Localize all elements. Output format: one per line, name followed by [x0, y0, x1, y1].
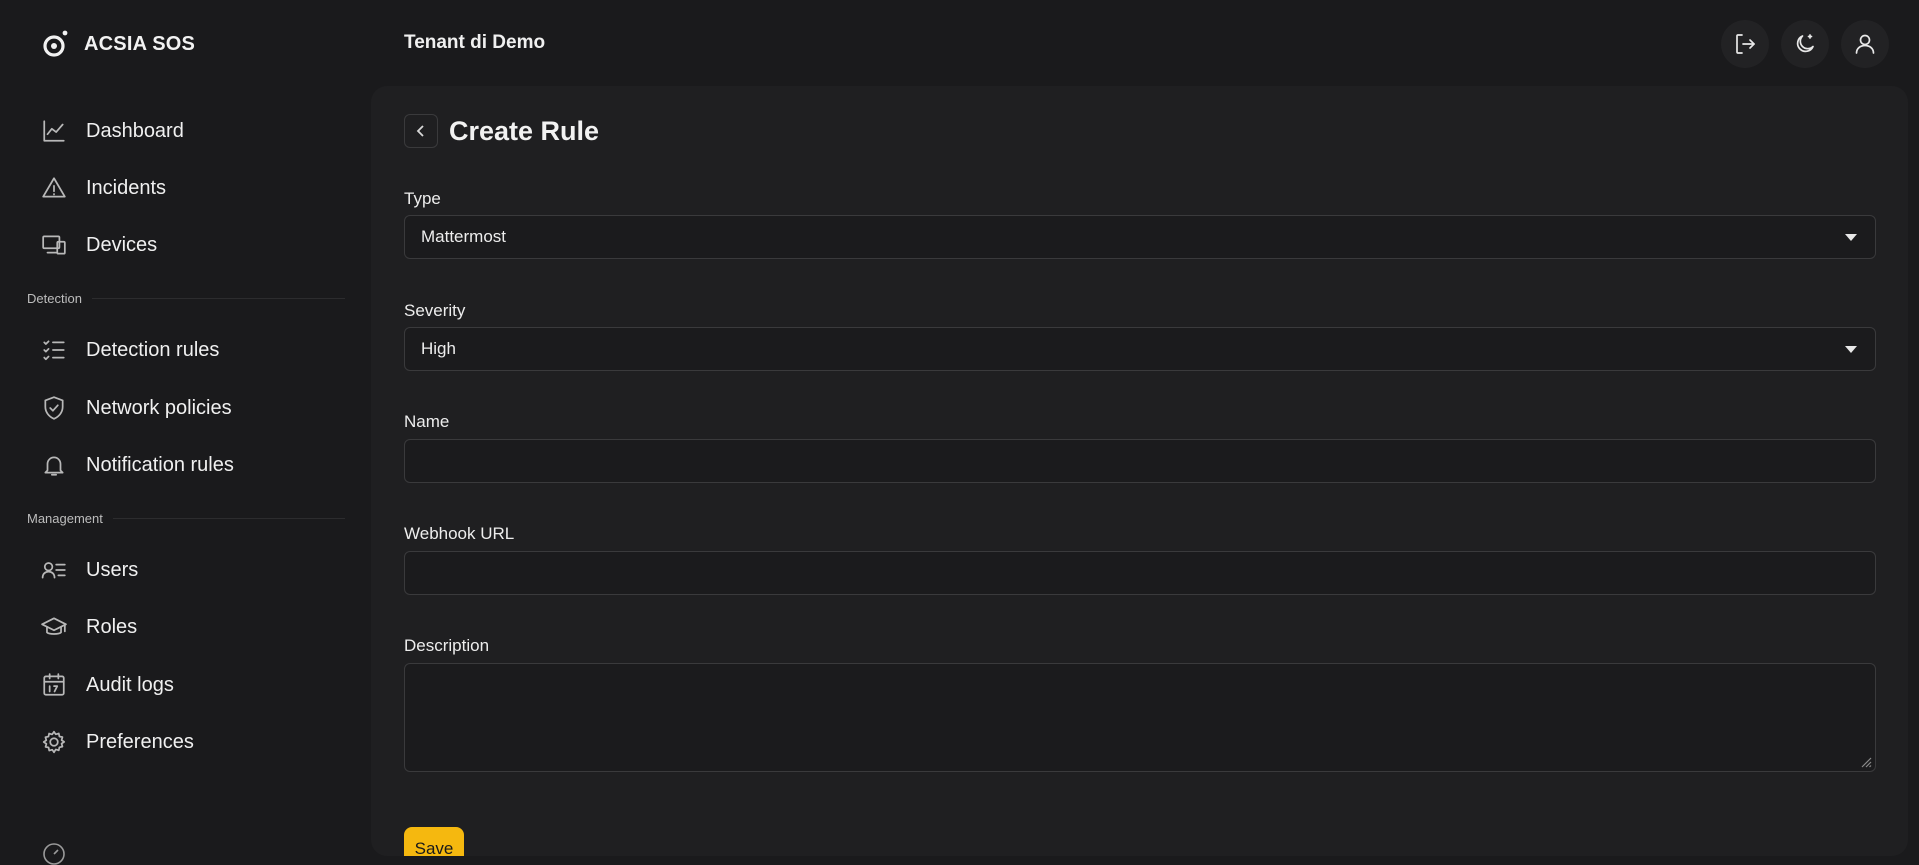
divider [91, 298, 345, 299]
name-label: Name [404, 412, 450, 431]
logout-icon [1736, 34, 1755, 54]
sidebar-item-label: Users [86, 558, 139, 581]
name-input[interactable] [404, 439, 1876, 483]
back-button[interactable] [404, 114, 438, 148]
section-label: Management [27, 511, 103, 526]
brand-name: ACSIA SOS [84, 32, 196, 55]
webhook-url-label: Webhook URL [404, 524, 515, 543]
sidebar: ACSIA SOS Dashboard Incidents Devices De… [0, 0, 370, 865]
sidebar-item-roles[interactable]: Roles [40, 607, 350, 647]
users-list-icon [40, 556, 68, 584]
sidebar-item-label: Notification rules [86, 453, 234, 476]
brand[interactable]: ACSIA SOS [40, 26, 195, 62]
section-management: Management [27, 511, 345, 526]
divider [112, 518, 345, 519]
sidebar-item-label: Roles [86, 615, 138, 638]
sidebar-item-label: Network policies [86, 396, 232, 419]
webhook-url-input[interactable] [404, 551, 1876, 595]
warning-triangle-icon [40, 174, 68, 202]
sidebar-item-label: Dashboard [86, 119, 184, 142]
gauge-icon[interactable] [42, 842, 66, 865]
caret-down-icon [1845, 346, 1857, 353]
caret-down-icon [1845, 234, 1857, 241]
sidebar-item-label: Preferences [86, 730, 194, 753]
description-textarea[interactable] [404, 663, 1876, 772]
severity-select[interactable]: High [404, 327, 1876, 371]
devices-icon [40, 231, 68, 259]
sidebar-item-preferences[interactable]: Preferences [40, 722, 350, 762]
sidebar-item-label: Devices [86, 233, 158, 256]
sidebar-item-incidents[interactable]: Incidents [40, 168, 350, 208]
user-icon [1855, 34, 1875, 54]
section-label: Detection [27, 291, 82, 306]
sidebar-item-detection-rules[interactable]: Detection rules [40, 330, 350, 370]
severity-select-value: High [421, 339, 456, 358]
tenant-name: Tenant di Demo [404, 32, 546, 53]
page-title: Create Rule [449, 116, 600, 146]
type-select-value: Mattermost [421, 227, 507, 246]
sidebar-item-audit-logs[interactable]: Audit logs [40, 665, 350, 705]
sidebar-item-label: Incidents [86, 176, 167, 199]
chevron-left-icon [416, 125, 424, 137]
resize-grip-icon[interactable] [1858, 754, 1872, 768]
bell-icon [40, 451, 68, 479]
graduation-cap-icon [40, 613, 68, 641]
checklist-icon [40, 336, 68, 364]
logout-button[interactable] [1721, 20, 1769, 68]
shield-check-icon [40, 394, 68, 422]
description-label: Description [404, 636, 490, 655]
gear-icon [40, 728, 68, 756]
sidebar-item-label: Audit logs [86, 673, 174, 696]
sidebar-item-users[interactable]: Users [40, 550, 350, 590]
type-select[interactable]: Mattermost [404, 215, 1876, 259]
sidebar-item-dashboard[interactable]: Dashboard [40, 111, 350, 151]
acsia-logo-icon [40, 28, 72, 60]
main-panel: Create Rule Type Mattermost Severity Hig… [371, 86, 1908, 856]
theme-toggle-button[interactable] [1781, 20, 1829, 68]
moon-icon [1796, 34, 1814, 53]
severity-label: Severity [404, 301, 466, 320]
sidebar-item-network-policies[interactable]: Network policies [40, 388, 350, 428]
type-label: Type [404, 189, 441, 208]
user-profile-button[interactable] [1841, 20, 1889, 68]
sidebar-item-devices[interactable]: Devices [40, 225, 350, 265]
sidebar-item-label: Detection rules [86, 338, 220, 361]
section-detection: Detection [27, 291, 345, 306]
sidebar-item-notification-rules[interactable]: Notification rules [40, 445, 350, 485]
chart-line-icon [40, 117, 68, 145]
calendar-icon [40, 671, 68, 699]
save-button[interactable]: Save [404, 827, 464, 856]
